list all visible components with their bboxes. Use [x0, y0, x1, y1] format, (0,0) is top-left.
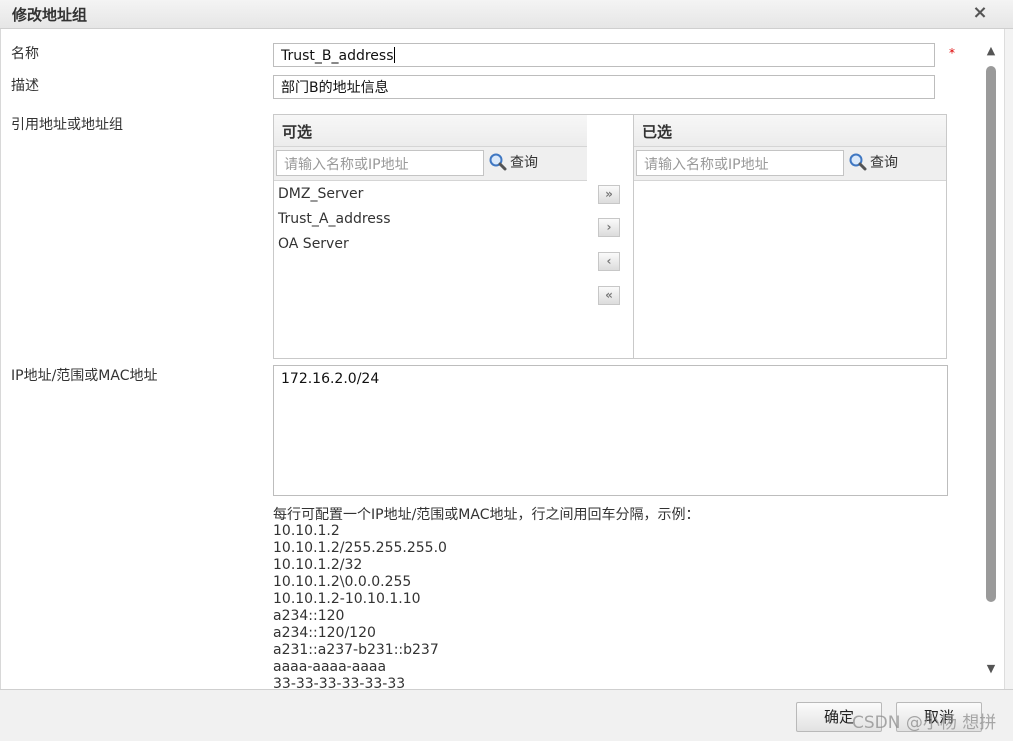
- description-input[interactable]: 部门B的地址信息: [273, 75, 935, 99]
- dialog-content: 名称 Trust_B_address * 描述 部门B的地址信息 引用地址或地址…: [0, 29, 1002, 689]
- add-all-button[interactable]: »: [598, 185, 620, 204]
- selected-search-button[interactable]: 查询: [849, 152, 898, 174]
- scroll-thumb[interactable]: [986, 66, 996, 602]
- hint-title: 每行可配置一个IP地址/范围或MAC地址，行之间用回车分隔，示例：: [273, 507, 700, 523]
- available-search-button[interactable]: 查询: [489, 152, 538, 174]
- watermark: CSDN @小杨 想拼: [852, 713, 997, 733]
- selected-header: 已选: [634, 115, 946, 147]
- list-item[interactable]: DMZ_Server: [274, 182, 587, 207]
- name-input-value: Trust_B_address: [281, 48, 394, 64]
- remove-all-button[interactable]: «: [598, 286, 620, 305]
- hint-example: a234::120/120: [273, 625, 376, 641]
- search-icon: [849, 153, 867, 178]
- available-list: DMZ_Server Trust_A_address OA Server: [274, 181, 587, 257]
- hint-example: 33-33-33-33-33-33: [273, 676, 406, 689]
- transfer-controls: » › ‹ «: [587, 114, 634, 359]
- hint-example: a234::120: [273, 608, 345, 624]
- scroll-up-icon[interactable]: ▲: [984, 44, 998, 58]
- hint-example: a231::a237-b231::b237: [273, 642, 439, 658]
- available-search-input[interactable]: 请输入名称或IP地址: [276, 150, 484, 176]
- list-item[interactable]: OA Server: [274, 232, 587, 257]
- scroll-down-icon[interactable]: ▼: [984, 662, 998, 676]
- description-label: 描述: [11, 78, 39, 94]
- outer-window-edge: [1004, 29, 1013, 691]
- hint-example: 10.10.1.2\0.0.0.255: [273, 574, 412, 590]
- hint-examples: 10.10.1.2 10.10.1.2/255.255.255.0 10.10.…: [273, 523, 447, 689]
- add-button[interactable]: ›: [598, 218, 620, 237]
- dialog-title: 修改地址组: [12, 6, 88, 24]
- hint-example: 10.10.1.2/255.255.255.0: [273, 540, 447, 556]
- available-search-label: 查询: [510, 155, 538, 171]
- close-icon[interactable]: ×: [970, 2, 990, 24]
- hint-example: 10.10.1.2/32: [273, 557, 363, 573]
- ip-textarea-value: 172.16.2.0/24: [281, 371, 380, 387]
- search-icon: [489, 153, 507, 178]
- hint-example: 10.10.1.2: [273, 523, 340, 539]
- description-input-value: 部门B的地址信息: [281, 80, 389, 96]
- name-input[interactable]: Trust_B_address: [273, 43, 935, 67]
- available-header: 可选: [274, 115, 587, 147]
- selected-search-bar: 请输入名称或IP地址 查询: [634, 147, 946, 181]
- dialog-titlebar: 修改地址组 ×: [0, 0, 1013, 29]
- hint-example: aaaa-aaaa-aaaa: [273, 659, 387, 675]
- reference-label: 引用地址或地址组: [11, 117, 123, 133]
- available-search-bar: 请输入名称或IP地址 查询: [274, 147, 587, 181]
- hint-example: 10.10.1.2-10.10.1.10: [273, 591, 421, 607]
- required-mark: *: [949, 46, 955, 60]
- ip-textarea[interactable]: 172.16.2.0/24: [273, 365, 948, 496]
- vertical-scrollbar[interactable]: ▲ ▼: [984, 40, 998, 688]
- name-label: 名称: [11, 46, 39, 62]
- list-item[interactable]: Trust_A_address: [274, 207, 587, 232]
- selected-panel: 已选 请输入名称或IP地址 查询: [633, 114, 947, 359]
- text-caret: [393, 47, 395, 63]
- available-panel: 可选 请输入名称或IP地址 查询 DMZ_Server Trust_A_addr…: [273, 114, 588, 359]
- remove-button[interactable]: ‹: [598, 252, 620, 271]
- selected-search-input[interactable]: 请输入名称或IP地址: [636, 150, 844, 176]
- ip-label: IP地址/范围或MAC地址: [11, 368, 158, 384]
- selected-search-label: 查询: [870, 155, 898, 171]
